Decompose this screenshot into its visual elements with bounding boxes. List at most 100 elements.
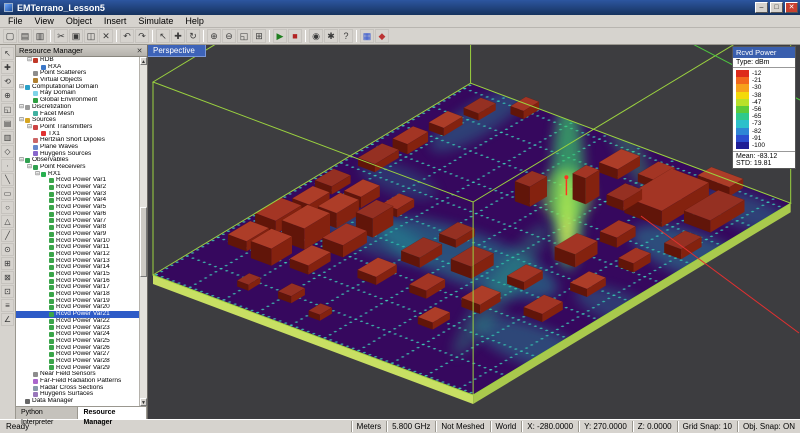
menu-simulate[interactable]: Simulate <box>132 16 179 26</box>
help-button[interactable]: ? <box>339 29 353 43</box>
tree-item-rcvd-power-var13[interactable]: Rcvd Power Var13 <box>16 258 147 265</box>
tree-item-rcvd-power-var11[interactable]: Rcvd Power Var11 <box>16 244 147 251</box>
polygon-tool[interactable]: △ <box>1 215 14 228</box>
tree-expander-icon[interactable]: ⊟ <box>18 104 25 111</box>
tree-expander-icon[interactable]: ⊟ <box>18 157 25 164</box>
tree-item-rcvd-power-var28[interactable]: Rcvd Power Var28 <box>16 358 147 365</box>
copy-button[interactable]: ▣ <box>69 29 83 43</box>
tree-item-rcvd-power-var7[interactable]: Rcvd Power Var7 <box>16 218 147 225</box>
maximize-button[interactable]: □ <box>770 2 783 13</box>
zoom-out-button[interactable]: ⊖ <box>222 29 236 43</box>
tree-item-rcvd-power-var22[interactable]: Rcvd Power Var22 <box>16 318 147 325</box>
cut-button[interactable]: ✂ <box>54 29 68 43</box>
tree-item-rcvd-power-var25[interactable]: Rcvd Power Var25 <box>16 338 147 345</box>
tree-item-point-scatterers[interactable]: Point Scatterers <box>16 70 147 77</box>
menu-object[interactable]: Object <box>60 16 98 26</box>
tree-item-discretization[interactable]: ⊟Discretization <box>16 104 147 111</box>
zoom-window-tool[interactable]: ◱ <box>1 103 14 116</box>
tree-expander-icon[interactable]: ⊟ <box>34 171 41 178</box>
tree-expander-icon[interactable]: ⊟ <box>18 117 25 124</box>
tree-item-huygens-surfaces[interactable]: Huygens Surfaces <box>16 391 147 398</box>
tree-item-observables[interactable]: ⊟Observables <box>16 157 147 164</box>
stop-simulation-button[interactable]: ■ <box>288 29 302 43</box>
paste-button[interactable]: ◫ <box>84 29 98 43</box>
tree-item-data-manager[interactable]: Data Manager <box>16 398 147 405</box>
tab-resource-manager[interactable]: Resource Manager <box>78 407 147 419</box>
panel-close-icon[interactable]: ✕ <box>135 47 144 55</box>
tree-item-computational-domain[interactable]: ⊟Computational Domain <box>16 84 147 91</box>
camera-button[interactable]: ◉ <box>309 29 323 43</box>
tree-item-rcvd-power-var26[interactable]: Rcvd Power Var26 <box>16 345 147 352</box>
tree-item-rcvd-power-var18[interactable]: Rcvd Power Var18 <box>16 291 147 298</box>
viewport-3d[interactable]: Perspective Rcvd Power Type: dBm -12-21-… <box>148 45 800 419</box>
tree-item-rcvd-power-var23[interactable]: Rcvd Power Var23 <box>16 325 147 332</box>
line-tool[interactable]: ╲ <box>1 173 14 186</box>
rect-tool[interactable]: ▭ <box>1 187 14 200</box>
circle-tool[interactable]: ○ <box>1 201 14 214</box>
tree-item-rx1[interactable]: ⊟RX1 <box>16 171 147 178</box>
tree-item-rcvd-power-var1[interactable]: Rcvd Power Var1 <box>16 177 147 184</box>
tab-python-interpreter[interactable]: Python Interpreter <box>16 407 78 419</box>
scroll-down-icon[interactable]: ▼ <box>140 398 147 406</box>
tree-item-global-environment[interactable]: Global Environment <box>16 97 147 104</box>
tree-item-ray-domain[interactable]: Ray Domain <box>16 90 147 97</box>
tree-item-rcvd-power-var3[interactable]: Rcvd Power Var3 <box>16 191 147 198</box>
tree-item-rcvd-power-var20[interactable]: Rcvd Power Var20 <box>16 304 147 311</box>
tree-item-tx1[interactable]: TX1 <box>16 131 147 138</box>
measure-tool[interactable]: ╱ <box>1 229 14 242</box>
tree-item-plane-waves[interactable]: Plane Waves <box>16 144 147 151</box>
tree-item-point-receivers[interactable]: ⊟Point Receivers <box>16 164 147 171</box>
tree-expander-icon[interactable]: ⊟ <box>26 124 33 131</box>
tree-item-huygens-sources[interactable]: Huygens Sources <box>16 151 147 158</box>
vertex-snap[interactable]: ⊙ <box>1 243 14 256</box>
tree-item-rcvd-power-var24[interactable]: Rcvd Power Var24 <box>16 331 147 338</box>
tree-item-point-transmitters[interactable]: ⊟Point Transmitters <box>16 124 147 131</box>
tree-item-rcvd-power-var21[interactable]: Rcvd Power Var21 <box>16 311 147 318</box>
close-button[interactable]: ✕ <box>785 2 798 13</box>
pan-tool[interactable]: ✚ <box>1 61 14 74</box>
scroll-up-icon[interactable]: ▲ <box>140 57 147 65</box>
select-button[interactable]: ↖ <box>156 29 170 43</box>
zoom-in-button[interactable]: ⊕ <box>207 29 221 43</box>
union-tool[interactable]: ⊠ <box>1 271 14 284</box>
tree-item-rcvd-power-var6[interactable]: Rcvd Power Var6 <box>16 211 147 218</box>
tree-item-rcvd-power-var27[interactable]: Rcvd Power Var27 <box>16 351 147 358</box>
minimize-button[interactable]: – <box>755 2 768 13</box>
intersect-tool[interactable]: ⊡ <box>1 285 14 298</box>
rotate-button[interactable]: ↻ <box>186 29 200 43</box>
materials-button[interactable]: ◆ <box>375 29 389 43</box>
select-tool[interactable]: ↖ <box>1 47 14 60</box>
tree-item-hertzian-short-dipoles[interactable]: Hertzian Short Dipoles <box>16 137 147 144</box>
zoom-extents-button[interactable]: ◱ <box>237 29 251 43</box>
settings-button[interactable]: ✱ <box>324 29 338 43</box>
iso-view[interactable]: ◇ <box>1 145 14 158</box>
tree-item-radar-cross-sections[interactable]: Radar Cross Sections <box>16 385 147 392</box>
tree-item-rcvd-power-var8[interactable]: Rcvd Power Var8 <box>16 224 147 231</box>
menu-view[interactable]: View <box>29 16 60 26</box>
tree-item-far-field-radiation-patterns[interactable]: Far-Field Radiation Patterns <box>16 378 147 385</box>
layers-button[interactable]: ▦ <box>360 29 374 43</box>
save-button[interactable]: ▥ <box>33 29 47 43</box>
tree-item-rcvd-power-var2[interactable]: Rcvd Power Var2 <box>16 184 147 191</box>
tree-item-rcvd-power-var14[interactable]: Rcvd Power Var14 <box>16 264 147 271</box>
tree-item-rxa[interactable]: RXA <box>16 64 147 71</box>
orbit-tool[interactable]: ⟲ <box>1 75 14 88</box>
delete-button[interactable]: ✕ <box>99 29 113 43</box>
front-view[interactable]: ▤ <box>1 117 14 130</box>
tree-item-rcvd-power-var10[interactable]: Rcvd Power Var10 <box>16 238 147 245</box>
run-simulation-button[interactable]: ▶ <box>273 29 287 43</box>
redo-button[interactable]: ↷ <box>135 29 149 43</box>
tree-item-rcvd-power-var16[interactable]: Rcvd Power Var16 <box>16 278 147 285</box>
tree-item-rdb[interactable]: ⊟RDB <box>16 57 147 64</box>
new-button[interactable]: ▢ <box>3 29 17 43</box>
tree-expander-icon[interactable]: ⊟ <box>26 57 33 64</box>
tree-item-virtual-objects[interactable]: Virtual Objects <box>16 77 147 84</box>
point-tool[interactable]: ∙ <box>1 159 14 172</box>
tree-expander-icon[interactable]: ⊟ <box>18 84 25 91</box>
tree-expander-icon[interactable]: ⊟ <box>26 164 33 171</box>
scene-3d[interactable] <box>148 45 800 419</box>
grid-snap[interactable]: ⊞ <box>1 257 14 270</box>
menu-insert[interactable]: Insert <box>98 16 133 26</box>
tree-item-rcvd-power-var19[interactable]: Rcvd Power Var19 <box>16 298 147 305</box>
tree-item-rcvd-power-var12[interactable]: Rcvd Power Var12 <box>16 251 147 258</box>
